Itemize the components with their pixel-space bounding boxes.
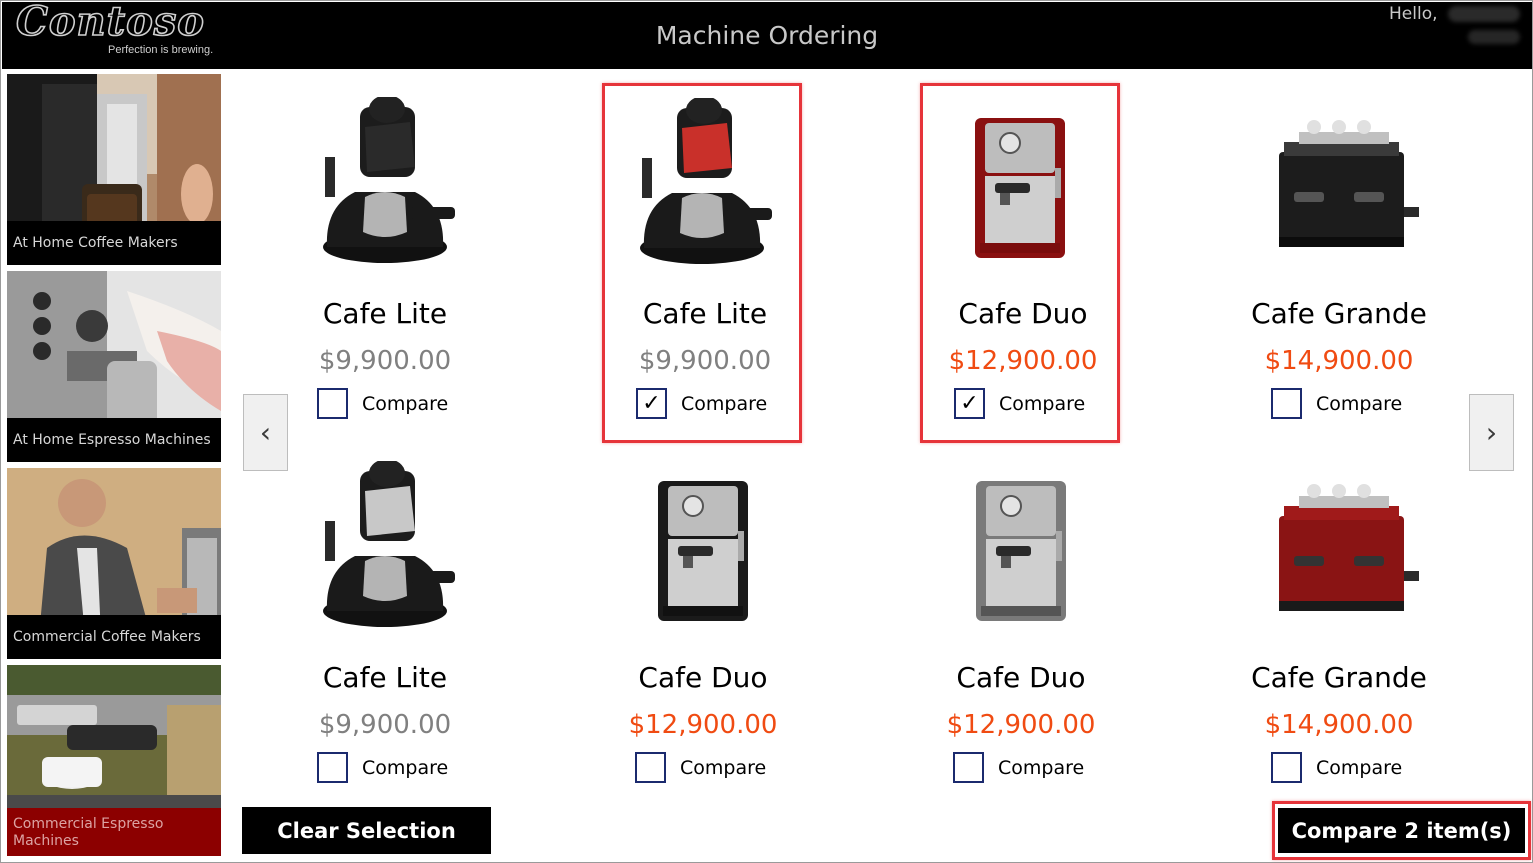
chevron-left-icon: ‹: [259, 416, 272, 449]
espresso-pot-silver-icon: [323, 461, 455, 627]
checkbox-box[interactable]: ✓: [636, 388, 667, 419]
page-title: Machine Ordering: [655, 21, 879, 50]
espresso-machine-red-icon: [975, 118, 1065, 258]
category-at-home-espresso-machines[interactable]: At Home Espresso Machines: [7, 271, 221, 462]
product-card[interactable]: Cafe Duo $12,900.00 ✓ Compare: [920, 83, 1120, 443]
product-price: $12,900.00: [946, 710, 1096, 740]
product-price: $9,900.00: [318, 710, 452, 740]
app-window: Contoso Perfection is brewing. Machine O…: [0, 0, 1533, 863]
category-commercial-espresso-machines[interactable]: Commercial Espresso Machines: [7, 665, 221, 856]
product-name: Cafe Lite: [322, 661, 448, 694]
product-name: Cafe Duo: [958, 297, 1088, 330]
compare-checkbox[interactable]: Compare: [953, 752, 1084, 783]
user-greeting: Hello,: [1389, 4, 1438, 24]
compare-label: Compare: [998, 756, 1085, 779]
checkbox-box[interactable]: [635, 752, 666, 783]
product-card[interactable]: Cafe Grande $14,900.00 Compare: [1239, 85, 1439, 445]
product-name: Cafe Duo: [956, 661, 1086, 694]
product-card[interactable]: Cafe Lite $9,900.00 Compare: [285, 85, 485, 445]
espresso-machine-black-icon: [658, 481, 748, 621]
compare-checkbox[interactable]: ✓ Compare: [954, 388, 1085, 419]
compare-checkbox[interactable]: Compare: [1271, 388, 1402, 419]
product-price: $12,900.00: [948, 346, 1098, 376]
product-name: Cafe Lite: [322, 297, 448, 330]
checkbox-box[interactable]: [953, 752, 984, 783]
checkbox-box[interactable]: [1271, 752, 1302, 783]
espresso-pot-black-icon: [323, 97, 455, 263]
product-price: $12,900.00: [628, 710, 778, 740]
clear-selection-button[interactable]: Clear Selection: [242, 807, 491, 854]
compare-label: Compare: [681, 392, 768, 415]
compare-label: Compare: [999, 392, 1086, 415]
product-name: Cafe Duo: [638, 661, 768, 694]
espresso-pot-red-icon: [640, 98, 772, 264]
category-label: Commercial Espresso Machines: [7, 808, 221, 856]
checkbox-box[interactable]: [317, 388, 348, 419]
header-bar: Contoso Perfection is brewing. Machine O…: [2, 0, 1532, 69]
product-card[interactable]: Cafe Duo $12,900.00 Compare: [603, 449, 803, 809]
product-card[interactable]: Cafe Grande $14,900.00 Compare: [1239, 449, 1439, 809]
commercial-espresso-black-icon: [1279, 120, 1419, 247]
previous-page-button[interactable]: ‹: [243, 394, 288, 471]
checkmark-icon: ✓: [642, 391, 661, 416]
product-price: $14,900.00: [1264, 710, 1414, 740]
product-card[interactable]: Cafe Duo $12,900.00 Compare: [921, 449, 1121, 809]
category-label: Commercial Coffee Makers: [7, 615, 221, 659]
category-label: At Home Coffee Makers: [7, 221, 221, 265]
compare-items-button[interactable]: Compare 2 item(s): [1278, 808, 1525, 853]
espresso-machine-silver-icon: [976, 481, 1066, 621]
product-card[interactable]: Cafe Lite $9,900.00 Compare: [285, 449, 485, 809]
compare-label: Compare: [1316, 392, 1403, 415]
compare-checkbox[interactable]: Compare: [317, 388, 448, 419]
compare-checkbox[interactable]: Compare: [317, 752, 448, 783]
checkbox-box[interactable]: [1271, 388, 1302, 419]
compare-checkbox[interactable]: ✓ Compare: [636, 388, 767, 419]
product-name: Cafe Lite: [642, 297, 768, 330]
checkmark-icon: ✓: [960, 391, 979, 416]
next-page-button[interactable]: ›: [1469, 394, 1514, 471]
compare-label: Compare: [1316, 756, 1403, 779]
category-at-home-coffee-makers[interactable]: At Home Coffee Makers: [7, 74, 221, 265]
redacted-user-name: [1468, 30, 1520, 44]
checkbox-box[interactable]: ✓: [954, 388, 985, 419]
product-name: Cafe Grande: [1251, 297, 1427, 330]
product-price: $9,900.00: [318, 346, 452, 376]
product-name: Cafe Grande: [1251, 661, 1427, 694]
compare-checkbox[interactable]: Compare: [635, 752, 766, 783]
commercial-espresso-red-icon: [1279, 484, 1419, 611]
compare-label: Compare: [362, 756, 449, 779]
product-card[interactable]: Cafe Lite $9,900.00 ✓ Compare: [602, 83, 802, 443]
checkbox-box[interactable]: [317, 752, 348, 783]
category-label: At Home Espresso Machines: [7, 418, 221, 462]
product-price: $14,900.00: [1264, 346, 1414, 376]
compare-label: Compare: [362, 392, 449, 415]
category-commercial-coffee-makers[interactable]: Commercial Coffee Makers: [7, 468, 221, 659]
product-price: $9,900.00: [638, 346, 772, 376]
chevron-right-icon: ›: [1485, 416, 1498, 449]
compare-button-highlight: Compare 2 item(s): [1272, 801, 1531, 860]
compare-label: Compare: [680, 756, 767, 779]
compare-checkbox[interactable]: Compare: [1271, 752, 1402, 783]
redacted-user-name: [1448, 6, 1520, 22]
